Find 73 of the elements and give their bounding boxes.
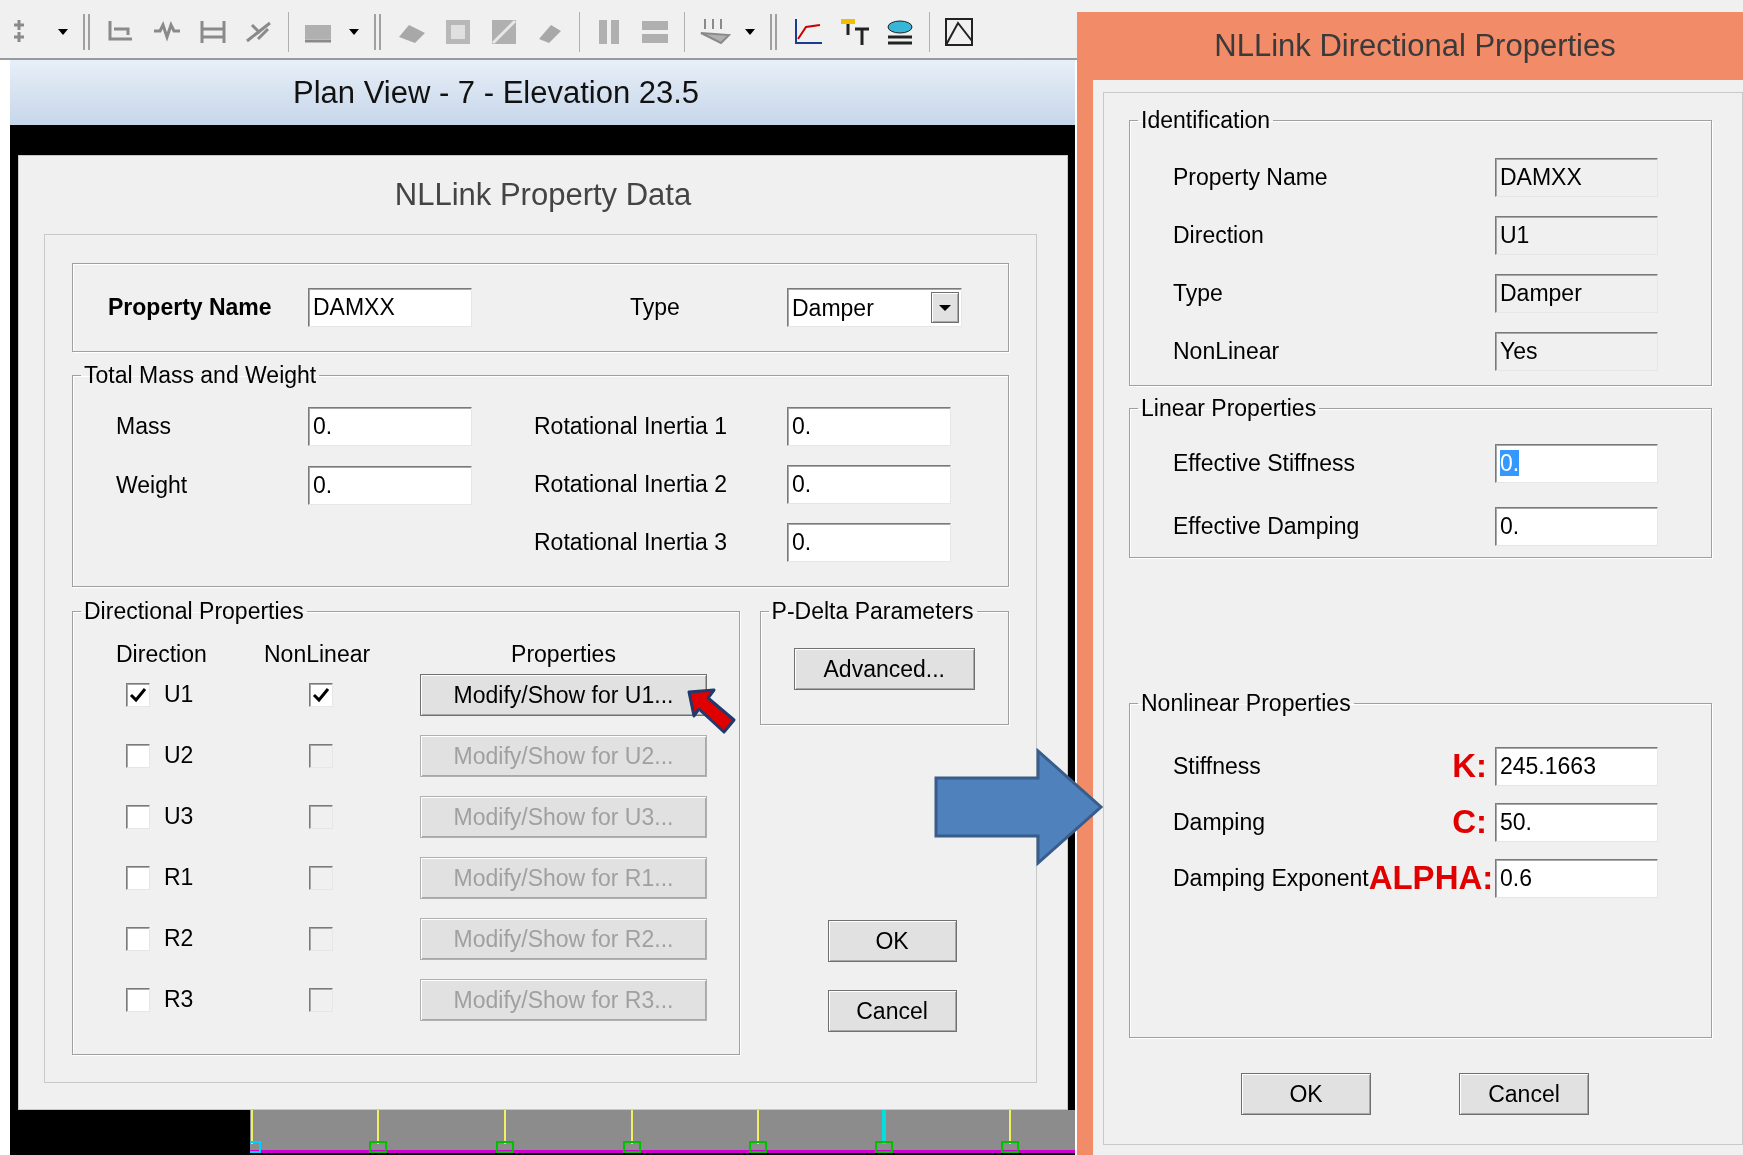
value-field[interactable]: 50.: [1495, 803, 1658, 842]
direction-label: U2: [164, 742, 194, 770]
dropdown-button[interactable]: [931, 292, 959, 323]
field-label: Weight: [116, 471, 189, 500]
cancel-button[interactable]: Cancel: [827, 990, 957, 1032]
check-icon: [312, 687, 330, 703]
direction-label: U3: [164, 803, 194, 831]
field-label: Effective Stiffness: [1173, 449, 1355, 478]
value-field[interactable]: Damper: [1495, 274, 1658, 313]
value-field[interactable]: 0.: [308, 407, 472, 446]
field-label: Stiffness: [1173, 752, 1261, 781]
value-field[interactable]: U1: [1495, 216, 1658, 255]
field-label: Effective Damping: [1173, 512, 1360, 541]
group-title: Total Mass and Weight: [83, 364, 318, 387]
field-label: Property Name: [1173, 163, 1328, 192]
annotation-label: ALPHA:: [1368, 860, 1494, 897]
value-field[interactable]: 0.: [787, 407, 951, 446]
field-label: Mass: [116, 412, 172, 441]
dropdown-arrow-icon[interactable]: [347, 27, 361, 37]
dialog-title: NLLink Directional Properties: [1214, 27, 1616, 65]
direction-label: U1: [164, 681, 194, 709]
dropdown-arrow-icon[interactable]: [743, 27, 757, 37]
value-field[interactable]: 0.: [308, 466, 472, 505]
field-label: Rotational Inertia 1: [534, 412, 729, 441]
property-name-field[interactable]: DAMXX: [308, 288, 472, 327]
direction-label: R3: [164, 986, 194, 1014]
field-label: Damping: [1173, 808, 1266, 837]
annotation-label: K:: [1452, 748, 1487, 785]
value-field[interactable]: 0.: [1495, 507, 1658, 546]
check-icon: [129, 687, 147, 703]
field-label: Type: [630, 293, 681, 322]
value-field[interactable]: DAMXX: [1495, 158, 1658, 197]
modify-button[interactable]: Modify/Show for U1...: [420, 674, 707, 716]
type-dropdown[interactable]: Damper: [787, 288, 962, 327]
column-header: NonLinear: [264, 641, 372, 669]
dialog-title: NLLink Property Data: [394, 176, 692, 214]
field-label: Rotational Inertia 3: [534, 528, 729, 557]
pointer-arrow-icon: [686, 686, 738, 736]
toolbar-grip[interactable]: [82, 12, 92, 52]
column-header: Direction: [116, 641, 208, 669]
direction-label: R1: [164, 864, 194, 892]
group-title: Linear Properties: [1140, 397, 1318, 420]
caret-icon: [938, 303, 952, 312]
field-label: NonLinear: [1173, 337, 1280, 366]
arrow-icon: [933, 748, 1105, 866]
value-field[interactable]: 0.: [787, 523, 951, 562]
direction-checkbox[interactable]: [126, 683, 150, 707]
field-label: Property Name: [108, 293, 273, 322]
annotation-label: C:: [1452, 804, 1487, 841]
field-label: Rotational Inertia 2: [534, 470, 729, 499]
cancel-button[interactable]: Cancel: [1459, 1073, 1589, 1115]
value-field[interactable]: 0.6: [1495, 859, 1658, 898]
elevation-icon[interactable]: [942, 15, 976, 49]
group-title: Directional Properties: [83, 600, 305, 623]
toolbar-grip[interactable]: [373, 12, 383, 52]
dropdown-arrow-icon[interactable]: [56, 27, 70, 37]
group-title: Nonlinear Properties: [1140, 692, 1352, 715]
value-field[interactable]: 0.: [787, 465, 951, 504]
field-label: Damping Exponent: [1173, 864, 1369, 893]
ok-button[interactable]: OK: [1241, 1073, 1371, 1115]
ok-button[interactable]: OK: [827, 920, 957, 962]
direction-label: R2: [164, 925, 194, 953]
group-title: P-Delta Parameters: [770, 600, 975, 623]
group-title: Identification: [1140, 109, 1272, 132]
field-label: Direction: [1173, 221, 1264, 250]
value-field[interactable]: 245.1663: [1495, 747, 1658, 786]
advanced-button[interactable]: Advanced...: [793, 648, 975, 690]
plan-view-title: Plan View - 7 - Elevation 23.5: [293, 73, 700, 112]
nonlinear-checkbox[interactable]: [309, 683, 333, 707]
field-label: Type: [1173, 279, 1223, 308]
column-header: Properties: [510, 641, 617, 669]
value-field[interactable]: Yes: [1495, 332, 1658, 371]
toolbar-grip[interactable]: [769, 12, 779, 52]
